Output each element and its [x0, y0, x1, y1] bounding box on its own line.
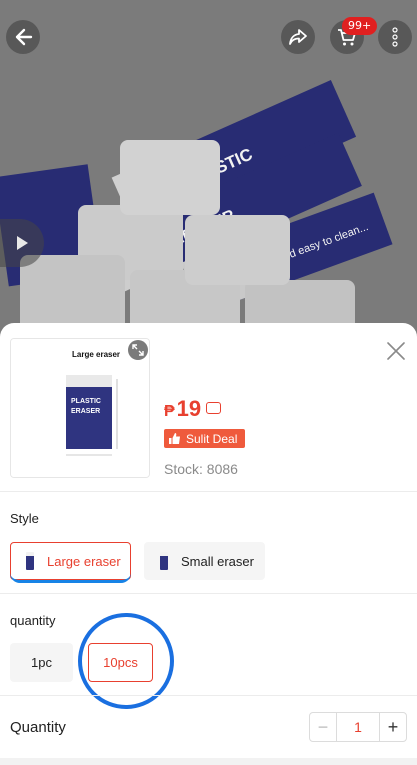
style-option-small-eraser[interactable]: Small eraser	[144, 542, 265, 580]
price-currency: ₱	[164, 403, 175, 420]
style-option-label: Large eraser	[47, 553, 121, 569]
price: ₱ 19	[164, 396, 222, 422]
thumb-brand-text: PLASTIC	[71, 398, 101, 405]
thumb-type-text: ERASER	[71, 408, 100, 415]
eraser-thumbnail-image: PLASTIC ERASER	[11, 339, 149, 477]
sku-selection-sheet: PLASTIC ERASER Large eraser ₱ 19 Sulit D…	[0, 323, 417, 765]
quantity-pack-label: quantity	[10, 613, 56, 628]
play-icon	[17, 236, 28, 250]
divider	[0, 491, 417, 492]
share-icon	[289, 29, 307, 45]
back-arrow-icon	[15, 28, 33, 46]
close-icon	[387, 342, 405, 360]
share-button[interactable]	[281, 20, 315, 54]
stock-text: Stock: 8086	[164, 461, 238, 477]
zoom-button[interactable]	[128, 340, 148, 360]
deal-label: Sulit Deal	[186, 431, 238, 446]
price-amount: 19	[176, 396, 202, 421]
small-eraser-icon	[155, 548, 173, 574]
increment-button[interactable]: +	[380, 713, 406, 741]
sulit-deal-badge: Sulit Deal	[164, 429, 246, 448]
quantity-value[interactable]: 1	[336, 713, 380, 741]
style-option-label: Small eraser	[181, 553, 254, 569]
cart-badge: 99+	[342, 17, 378, 35]
quantity-title: Quantity	[10, 719, 66, 736]
close-sheet-button[interactable]	[383, 338, 409, 364]
thumbnail-caption: Large eraser	[72, 350, 121, 359]
style-label: Style	[10, 511, 39, 526]
product-thumbnail[interactable]: PLASTIC ERASER	[10, 338, 150, 478]
decrement-button[interactable]: −	[310, 713, 336, 741]
divider	[0, 695, 417, 696]
thumbs-up-icon	[169, 433, 180, 444]
pack-option-1pc[interactable]: 1pc	[10, 643, 73, 682]
expand-icon	[132, 344, 144, 356]
bottom-strip	[0, 758, 417, 765]
quantity-stepper: − 1 +	[309, 712, 407, 742]
selection-underline	[10, 573, 131, 583]
coin-icon	[206, 402, 222, 414]
more-icon	[392, 27, 398, 47]
divider	[0, 593, 417, 594]
back-button[interactable]	[6, 20, 40, 54]
more-button[interactable]	[378, 20, 412, 54]
large-eraser-icon	[21, 548, 39, 574]
